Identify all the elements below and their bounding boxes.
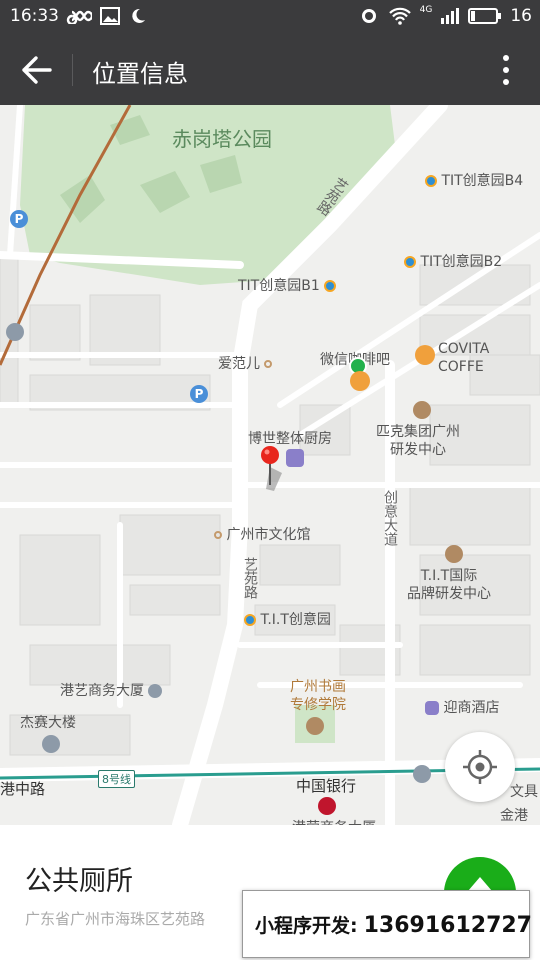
status-right-icons: 4G 16 [358,5,532,26]
metro-exit-icon [413,765,431,783]
battery-level: 16 [510,6,532,26]
poi-tit-b1[interactable]: TIT创意园B1 [238,275,337,295]
poi-wenyu[interactable]: 文具 [510,781,538,801]
tit-logo-icon [425,175,437,187]
hotel-icon [425,701,439,715]
poi-bank[interactable]: 中国银行 [296,775,356,796]
parking-icon: P [190,385,208,403]
poi-pike[interactable]: 匹克集团广州 研发中心 [376,423,460,459]
back-arrow-icon[interactable] [20,54,54,86]
tit-logo-icon [404,256,416,268]
cafe-icon [350,371,370,391]
poi-dot-icon [214,531,222,539]
place-address: 广东省广州市海珠区艺苑路 [25,910,206,928]
metro-line-label: 8号线 [98,770,135,788]
network-type-label: 4G [419,5,433,15]
tit-logo-icon [324,280,337,292]
title-bar: 位置信息 [0,34,540,105]
poi-jingang[interactable]: 金港 [500,805,528,825]
signal-icon [441,8,460,24]
school-icon [306,717,324,735]
home-icon [6,323,24,341]
alarm-icon [361,9,376,23]
location-pin-icon [261,446,282,491]
infinity-icon [66,10,92,24]
status-left-icons [66,7,146,25]
tit-logo-icon [244,614,256,626]
wifi-icon [388,7,411,25]
place-name: 公共厕所 [25,866,133,897]
battery-icon [468,8,502,24]
poi-gangyi[interactable]: 港艺商务大厦 [60,680,163,700]
promo-overlay: 小程序开发: 13691612727 [242,890,532,958]
poi-jiesai[interactable]: 杰赛大楼 [20,712,76,732]
building-icon [148,684,163,698]
page-title: 位置信息 [92,60,188,88]
parking-icon-2: P [10,210,28,228]
locate-button[interactable] [445,732,515,802]
poi-tit-b2[interactable]: TIT创意园B2 [404,251,502,271]
promo-text: 小程序开发: 13691612727 [255,913,532,938]
poi-aifaner[interactable]: 爱范儿 [218,353,273,373]
locate-crosshair-icon [463,750,497,784]
poi-dot-icon [264,360,273,368]
road-label-yiyuan-bottom: 艺苑路 [242,557,258,599]
map-view[interactable]: 赤岗塔公园 艺苑路 艺苑路 创意大道 港中路 8号线 TIT创意园B4 TIT创… [0,105,540,825]
road-label-ganggang: 港中路 [0,780,46,798]
company-icon-2 [445,545,463,563]
company-icon [413,401,431,419]
poi-covita[interactable]: COVITA COFFE [438,340,489,376]
poi-culture-hall[interactable]: 广州市文化馆 [214,524,310,544]
park-label: 赤岗塔公园 [172,127,272,151]
poi-tit-b4[interactable]: TIT创意园B4 [425,170,523,190]
road-label-chuangyi: 创意大道 [382,490,398,546]
status-time: 16:33 [10,6,59,26]
moon-icon [132,8,145,23]
poi-shuhua[interactable]: 广州书画 专修学院 [290,678,346,714]
poi-bottom-cut: 港荣商务大厦 [292,817,376,825]
poi-tit-intl[interactable]: T.I.T国际 品牌研发中心 [407,567,491,603]
poi-yingshang[interactable]: 迎商酒店 [425,697,499,717]
poi-tit-park[interactable]: T.I.T创意园 [244,609,331,629]
building-icon-2 [42,735,60,753]
title-divider [72,54,73,86]
coffee-icon [415,345,435,365]
image-icon [100,7,120,25]
metro-station-icon [318,797,336,815]
more-vertical-icon[interactable] [498,54,514,86]
status-bar: 16:33 4G 16 [0,0,540,34]
